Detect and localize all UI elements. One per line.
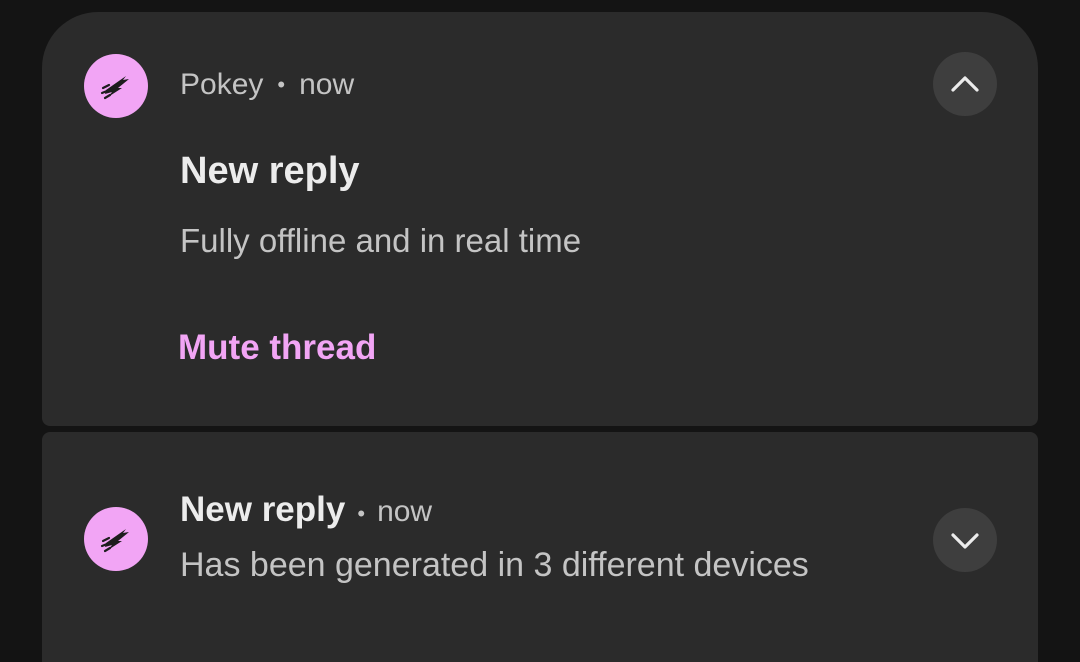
notification-header: Pokey • now [180, 68, 354, 102]
notification-header: New reply • now [180, 490, 432, 530]
pokey-app-icon [84, 54, 148, 118]
mute-thread-button[interactable]: Mute thread [178, 328, 376, 368]
notification-time: now [377, 495, 433, 528]
notification-shade: Pokey • now New reply Fully offline and … [0, 0, 1080, 662]
chevron-up-icon [951, 76, 979, 92]
collapse-button[interactable] [933, 52, 997, 116]
expand-button[interactable] [933, 508, 997, 572]
chevron-down-icon [951, 533, 979, 549]
header-separator: • [357, 501, 366, 526]
app-logo-icon [100, 76, 129, 100]
pokey-app-icon [84, 507, 148, 571]
notification-title: New reply [180, 490, 346, 529]
app-name: Pokey [180, 68, 264, 101]
app-logo-icon [100, 529, 129, 553]
header-separator: • [277, 72, 286, 97]
notification-card-collapsed[interactable]: New reply • now Has been generated in 3 … [42, 432, 1038, 662]
notification-card-expanded[interactable]: Pokey • now New reply Fully offline and … [42, 12, 1038, 426]
notification-text: Has been generated in 3 different device… [180, 546, 809, 584]
notification-title: New reply [180, 150, 360, 192]
notification-time: now [299, 68, 355, 101]
notification-text: Fully offline and in real time [180, 222, 582, 259]
